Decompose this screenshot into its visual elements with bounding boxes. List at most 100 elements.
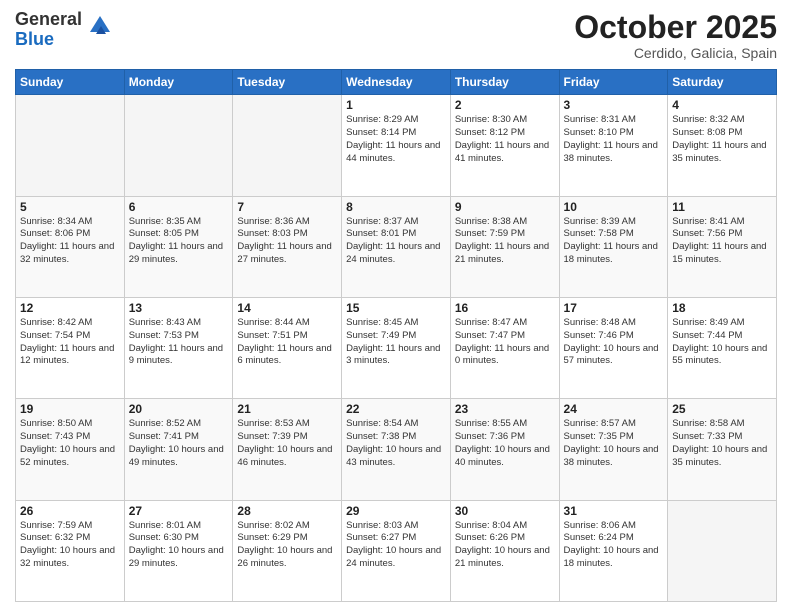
cell-1-5: 10 Sunrise: 8:39 AM Sunset: 7:58 PM Dayli… [559,196,668,297]
header-wednesday: Wednesday [342,70,451,95]
day-info-3-3: Sunrise: 8:54 AM Sunset: 7:38 PM Dayligh… [346,418,446,469]
day-num-1-4: 9 [455,200,555,214]
day-num-2-2: 14 [237,301,337,315]
day-info-4-4: Sunrise: 8:04 AM Sunset: 6:26 PM Dayligh… [455,520,555,571]
day-num-1-3: 8 [346,200,446,214]
header-saturday: Saturday [668,70,777,95]
day-num-4-5: 31 [564,504,664,518]
header: General Blue October 2025 Cerdido, Galic… [15,10,777,61]
cell-2-5: 17 Sunrise: 8:48 AM Sunset: 7:46 PM Dayli… [559,297,668,398]
day-num-1-0: 5 [20,200,120,214]
weekday-header-row: Sunday Monday Tuesday Wednesday Thursday… [16,70,777,95]
day-num-2-1: 13 [129,301,229,315]
header-friday: Friday [559,70,668,95]
cell-1-6: 11 Sunrise: 8:41 AM Sunset: 7:56 PM Dayli… [668,196,777,297]
day-num-2-6: 18 [672,301,772,315]
day-num-3-5: 24 [564,402,664,416]
cell-3-2: 21 Sunrise: 8:53 AM Sunset: 7:39 PM Dayli… [233,399,342,500]
day-info-2-2: Sunrise: 8:44 AM Sunset: 7:51 PM Dayligh… [237,317,337,368]
day-info-3-4: Sunrise: 8:55 AM Sunset: 7:36 PM Dayligh… [455,418,555,469]
day-info-2-6: Sunrise: 8:49 AM Sunset: 7:44 PM Dayligh… [672,317,772,368]
week-row-4: 26 Sunrise: 7:59 AM Sunset: 6:32 PM Dayli… [16,500,777,601]
day-num-3-2: 21 [237,402,337,416]
title-block: October 2025 Cerdido, Galicia, Spain [574,10,777,61]
cell-0-1 [124,95,233,196]
day-num-1-2: 7 [237,200,337,214]
location: Cerdido, Galicia, Spain [574,45,777,61]
week-row-1: 5 Sunrise: 8:34 AM Sunset: 8:06 PM Daylig… [16,196,777,297]
cell-1-1: 6 Sunrise: 8:35 AM Sunset: 8:05 PM Daylig… [124,196,233,297]
day-info-4-5: Sunrise: 8:06 AM Sunset: 6:24 PM Dayligh… [564,520,664,571]
header-thursday: Thursday [450,70,559,95]
day-info-0-5: Sunrise: 8:31 AM Sunset: 8:10 PM Dayligh… [564,114,664,165]
cell-4-1: 27 Sunrise: 8:01 AM Sunset: 6:30 PM Dayli… [124,500,233,601]
cell-4-2: 28Sunrise: 8:02 AM Sunset: 6:29 PM Dayli… [233,500,342,601]
header-monday: Monday [124,70,233,95]
day-info-2-1: Sunrise: 8:43 AM Sunset: 7:53 PM Dayligh… [129,317,229,368]
day-info-4-0: Sunrise: 7:59 AM Sunset: 6:32 PM Dayligh… [20,520,120,571]
cell-0-2 [233,95,342,196]
day-num-2-3: 15 [346,301,446,315]
day-num-0-5: 3 [564,98,664,112]
day-info-2-4: Sunrise: 8:47 AM Sunset: 7:47 PM Dayligh… [455,317,555,368]
day-info-3-5: Sunrise: 8:57 AM Sunset: 7:35 PM Dayligh… [564,418,664,469]
day-num-2-4: 16 [455,301,555,315]
day-num-1-5: 10 [564,200,664,214]
day-num-2-5: 17 [564,301,664,315]
cell-0-4: 2 Sunrise: 8:30 AM Sunset: 8:12 PM Daylig… [450,95,559,196]
cell-1-0: 5 Sunrise: 8:34 AM Sunset: 8:06 PM Daylig… [16,196,125,297]
day-info-3-6: Sunrise: 8:58 AM Sunset: 7:33 PM Dayligh… [672,418,772,469]
cell-2-3: 15 Sunrise: 8:45 AM Sunset: 7:49 PM Dayli… [342,297,451,398]
day-info-2-5: Sunrise: 8:48 AM Sunset: 7:46 PM Dayligh… [564,317,664,368]
day-num-1-1: 6 [129,200,229,214]
day-info-2-3: Sunrise: 8:45 AM Sunset: 7:49 PM Dayligh… [346,317,446,368]
day-num-4-2: 28 [237,504,337,518]
day-num-0-3: 1 [346,98,446,112]
day-num-2-0: 12 [20,301,120,315]
cell-1-3: 8 Sunrise: 8:37 AM Sunset: 8:01 PM Daylig… [342,196,451,297]
week-row-3: 19Sunrise: 8:50 AM Sunset: 7:43 PM Dayli… [16,399,777,500]
cell-0-0 [16,95,125,196]
calendar: Sunday Monday Tuesday Wednesday Thursday… [15,69,777,602]
cell-3-4: 23Sunrise: 8:55 AM Sunset: 7:36 PM Dayli… [450,399,559,500]
cell-2-1: 13 Sunrise: 8:43 AM Sunset: 7:53 PM Dayli… [124,297,233,398]
header-tuesday: Tuesday [233,70,342,95]
cell-0-6: 4 Sunrise: 8:32 AM Sunset: 8:08 PM Daylig… [668,95,777,196]
day-num-4-1: 27 [129,504,229,518]
day-num-3-0: 19 [20,402,120,416]
day-num-3-1: 20 [129,402,229,416]
day-info-1-3: Sunrise: 8:37 AM Sunset: 8:01 PM Dayligh… [346,216,446,267]
day-info-2-0: Sunrise: 8:42 AM Sunset: 7:54 PM Dayligh… [20,317,120,368]
day-info-4-3: Sunrise: 8:03 AM Sunset: 6:27 PM Dayligh… [346,520,446,571]
day-info-1-0: Sunrise: 8:34 AM Sunset: 8:06 PM Dayligh… [20,216,120,267]
header-sunday: Sunday [16,70,125,95]
cell-2-4: 16 Sunrise: 8:47 AM Sunset: 7:47 PM Dayli… [450,297,559,398]
day-num-0-4: 2 [455,98,555,112]
day-info-0-6: Sunrise: 8:32 AM Sunset: 8:08 PM Dayligh… [672,114,772,165]
day-info-3-1: Sunrise: 8:52 AM Sunset: 7:41 PM Dayligh… [129,418,229,469]
day-num-3-3: 22 [346,402,446,416]
day-num-0-6: 4 [672,98,772,112]
cell-4-3: 29 Sunrise: 8:03 AM Sunset: 6:27 PM Dayli… [342,500,451,601]
month-title: October 2025 [574,10,777,45]
cell-3-0: 19Sunrise: 8:50 AM Sunset: 7:43 PM Dayli… [16,399,125,500]
day-num-4-0: 26 [20,504,120,518]
day-info-4-1: Sunrise: 8:01 AM Sunset: 6:30 PM Dayligh… [129,520,229,571]
cell-0-5: 3 Sunrise: 8:31 AM Sunset: 8:10 PM Daylig… [559,95,668,196]
cell-2-0: 12 Sunrise: 8:42 AM Sunset: 7:54 PM Dayli… [16,297,125,398]
cell-4-5: 31 Sunrise: 8:06 AM Sunset: 6:24 PM Dayli… [559,500,668,601]
day-info-1-1: Sunrise: 8:35 AM Sunset: 8:05 PM Dayligh… [129,216,229,267]
day-num-4-3: 29 [346,504,446,518]
day-info-1-5: Sunrise: 8:39 AM Sunset: 7:58 PM Dayligh… [564,216,664,267]
day-num-1-6: 11 [672,200,772,214]
day-info-3-2: Sunrise: 8:53 AM Sunset: 7:39 PM Dayligh… [237,418,337,469]
day-info-1-4: Sunrise: 8:38 AM Sunset: 7:59 PM Dayligh… [455,216,555,267]
week-row-2: 12 Sunrise: 8:42 AM Sunset: 7:54 PM Dayli… [16,297,777,398]
day-info-0-4: Sunrise: 8:30 AM Sunset: 8:12 PM Dayligh… [455,114,555,165]
page: General Blue October 2025 Cerdido, Galic… [0,0,792,612]
cell-2-6: 18 Sunrise: 8:49 AM Sunset: 7:44 PM Dayli… [668,297,777,398]
day-num-4-4: 30 [455,504,555,518]
cell-4-0: 26 Sunrise: 7:59 AM Sunset: 6:32 PM Dayli… [16,500,125,601]
cell-1-2: 7Sunrise: 8:36 AM Sunset: 8:03 PM Daylig… [233,196,342,297]
day-info-1-6: Sunrise: 8:41 AM Sunset: 7:56 PM Dayligh… [672,216,772,267]
